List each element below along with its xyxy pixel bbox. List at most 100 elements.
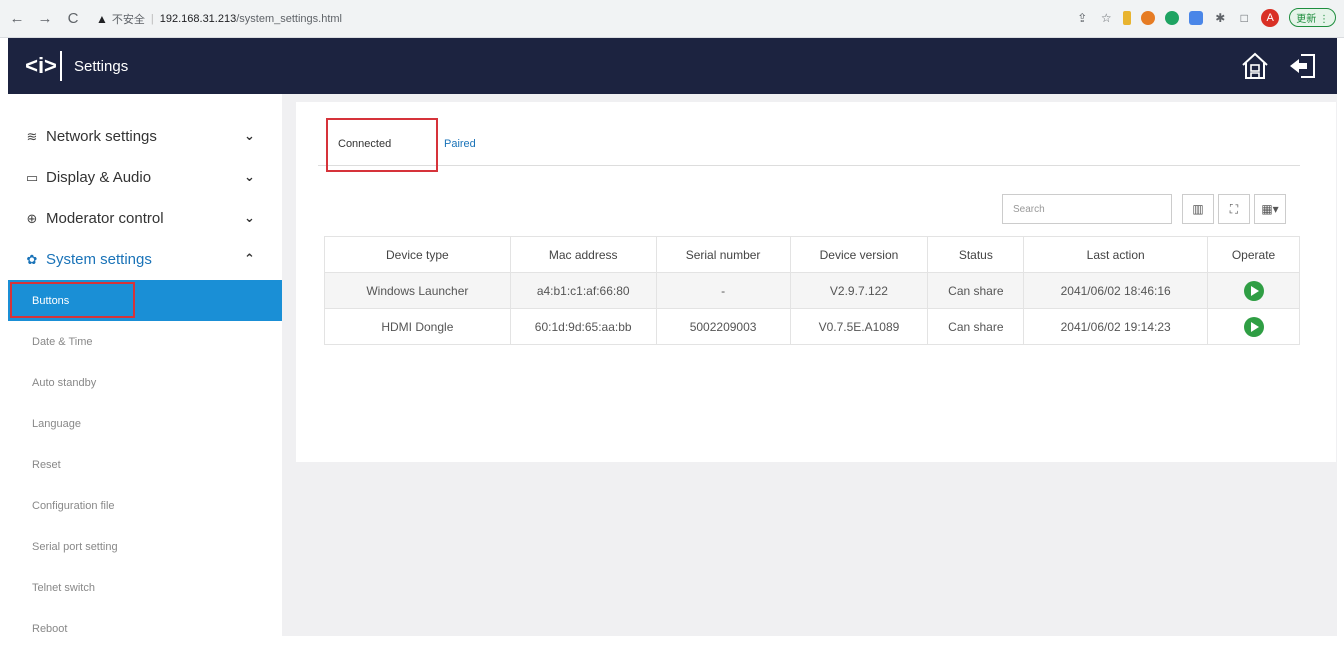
window-icon[interactable]: □ (1237, 11, 1251, 25)
devices-panel: Connected Paired Search ▥ ⛶ ▦▾ Device ty… (296, 102, 1336, 462)
sidebar-group-label: Display & Audio (46, 169, 152, 186)
operate-cell (1207, 272, 1300, 309)
status-cell: Can share (927, 272, 1025, 309)
main-content: Connected Paired Search ▥ ⛶ ▦▾ Device ty… (282, 94, 1337, 636)
fullscreen-icon[interactable]: ⛶ (1218, 194, 1250, 224)
home-icon[interactable] (1239, 50, 1271, 82)
play-icon[interactable] (1243, 280, 1264, 301)
address-bar[interactable]: ▲ 不安全 | 192.168.31.213 /system_settings.… (96, 11, 342, 27)
sidebar-item-date-time[interactable]: Date & Time (8, 321, 282, 362)
star-icon[interactable]: ☆ (1099, 11, 1113, 25)
extension-icon[interactable] (1165, 10, 1180, 25)
sidebar-item-label: Reset (32, 458, 61, 471)
insecure-label: 不安全 (111, 13, 145, 26)
sidebar-item-label: Language (32, 417, 81, 430)
chevron-down-icon: ⌄ (244, 210, 255, 225)
sidebar-item-label: Telnet switch (32, 581, 95, 594)
column-header[interactable]: Mac address (509, 236, 657, 273)
columns-icon[interactable]: ▦▾ (1254, 194, 1286, 224)
operate-cell (1207, 308, 1300, 345)
column-header[interactable]: Serial number (655, 236, 791, 273)
column-header[interactable]: Operate (1207, 236, 1300, 273)
forward-icon[interactable]: → (34, 10, 56, 27)
sidebar-item-label: Configuration file (32, 499, 115, 512)
last-action-cell: 2041/06/02 19:14:23 (1023, 308, 1209, 345)
highlight-box (326, 118, 438, 172)
moderator-icon: ⊕ (26, 210, 38, 226)
table-header-row: Device type Mac address Serial number De… (324, 236, 1300, 273)
chevron-down-icon: ⌄ (244, 128, 255, 143)
sidebar-group-moderator[interactable]: ⊕ Moderator control ⌄ (8, 198, 282, 239)
device-version-cell: V2.9.7.122 (789, 272, 929, 309)
chevron-up-icon: ⌃ (244, 251, 255, 266)
logout-icon[interactable] (1287, 50, 1319, 82)
extension-icon[interactable] (1189, 10, 1204, 25)
highlight-box (10, 282, 135, 318)
column-header[interactable]: Last action (1023, 236, 1209, 273)
table-row: Windows Launcher a4:b1:c1:af:66:80 - V2.… (324, 272, 1300, 309)
sidebar-item-buttons[interactable]: Buttons (8, 280, 282, 321)
card-view-icon[interactable]: ▥ (1182, 194, 1214, 224)
device-version-cell: V0.7.5E.A1089 (789, 308, 929, 345)
sidebar-item-label: Date & Time (32, 335, 93, 348)
update-button[interactable]: 更新 ⋮ (1289, 8, 1336, 27)
sidebar-group-system-settings[interactable]: ✿ System settings ⌃ (8, 239, 282, 280)
gear-icon: ✿ (26, 251, 38, 267)
column-header[interactable]: Device type (324, 236, 511, 273)
sidebar-group-label: Network settings (46, 128, 157, 145)
device-type-cell: HDMI Dongle (324, 308, 511, 345)
sidebar-item-auto-standby[interactable]: Auto standby (8, 362, 282, 403)
last-action-cell: 2041/06/02 18:46:16 (1023, 272, 1209, 309)
address-separator: | (150, 12, 154, 25)
tab-bar: Connected Paired (318, 118, 1300, 172)
logo: <i> (22, 51, 62, 81)
mac-address-cell: 60:1d:9d:65:aa:bb (509, 308, 657, 345)
sidebar-item-serial-port[interactable]: Serial port setting (8, 526, 282, 567)
back-icon[interactable]: ← (6, 10, 28, 27)
sidebar-group-label: Moderator control (46, 210, 164, 227)
wifi-icon: ≋ (26, 128, 38, 144)
devices-table: Device type Mac address Serial number De… (324, 236, 1300, 345)
sidebar-item-reset[interactable]: Reset (8, 444, 282, 485)
column-header[interactable]: Status (927, 236, 1025, 273)
column-header[interactable]: Device version (789, 236, 929, 273)
chevron-down-icon: ⌄ (244, 169, 255, 184)
sidebar-item-reboot[interactable]: Reboot (8, 608, 282, 649)
tab-label: Paired (444, 138, 476, 150)
play-icon[interactable] (1243, 316, 1264, 337)
url-host: 192.168.31.213 (159, 12, 237, 25)
sidebar-item-label: Auto standby (32, 376, 97, 389)
extensions-area: ⇪ ☆ ✱ □ A 更新 ⋮ (1075, 8, 1336, 27)
serial-number-cell: - (655, 272, 791, 309)
reload-icon[interactable]: C (62, 10, 84, 27)
tab-paired[interactable]: Paired (444, 122, 476, 166)
sidebar-item-configuration-file[interactable]: Configuration file (8, 485, 282, 526)
sidebar-item-label: Reboot (32, 622, 68, 635)
share-icon[interactable]: ⇪ (1075, 11, 1089, 25)
sidebar-group-network[interactable]: ≋ Network settings ⌄ (8, 116, 282, 157)
device-type-cell: Windows Launcher (324, 272, 511, 309)
page-title: Settings (74, 57, 129, 75)
sidebar-group-display-audio[interactable]: ▭ Display & Audio ⌄ (8, 157, 282, 198)
browser-toolbar: ← → C ▲ 不安全 | 192.168.31.213 /system_set… (0, 0, 1344, 38)
extension-icon[interactable] (1123, 10, 1132, 25)
sidebar: ≋ Network settings ⌄ ▭ Display & Audio ⌄… (8, 94, 282, 636)
sidebar-group-label: System settings (46, 251, 152, 268)
warning-icon: ▲ (96, 11, 108, 26)
tab-connected[interactable]: Connected (326, 118, 438, 172)
avatar[interactable]: A (1261, 8, 1280, 27)
puzzle-icon[interactable]: ✱ (1213, 11, 1227, 25)
search-input[interactable]: Search (1002, 194, 1172, 224)
extension-icon[interactable] (1141, 10, 1156, 25)
app-header: <i> Settings (8, 38, 1337, 94)
sidebar-item-label: Serial port setting (32, 540, 118, 553)
table-row: HDMI Dongle 60:1d:9d:65:aa:bb 5002209003… (324, 308, 1300, 345)
status-cell: Can share (927, 308, 1025, 345)
monitor-icon: ▭ (25, 169, 39, 185)
url-path: /system_settings.html (236, 12, 342, 25)
sidebar-item-language[interactable]: Language (8, 403, 282, 444)
table-toolbar: Search ▥ ⛶ ▦▾ (1002, 194, 1286, 224)
sidebar-item-telnet-switch[interactable]: Telnet switch (8, 567, 282, 608)
mac-address-cell: a4:b1:c1:af:66:80 (509, 272, 657, 309)
serial-number-cell: 5002209003 (655, 308, 791, 345)
